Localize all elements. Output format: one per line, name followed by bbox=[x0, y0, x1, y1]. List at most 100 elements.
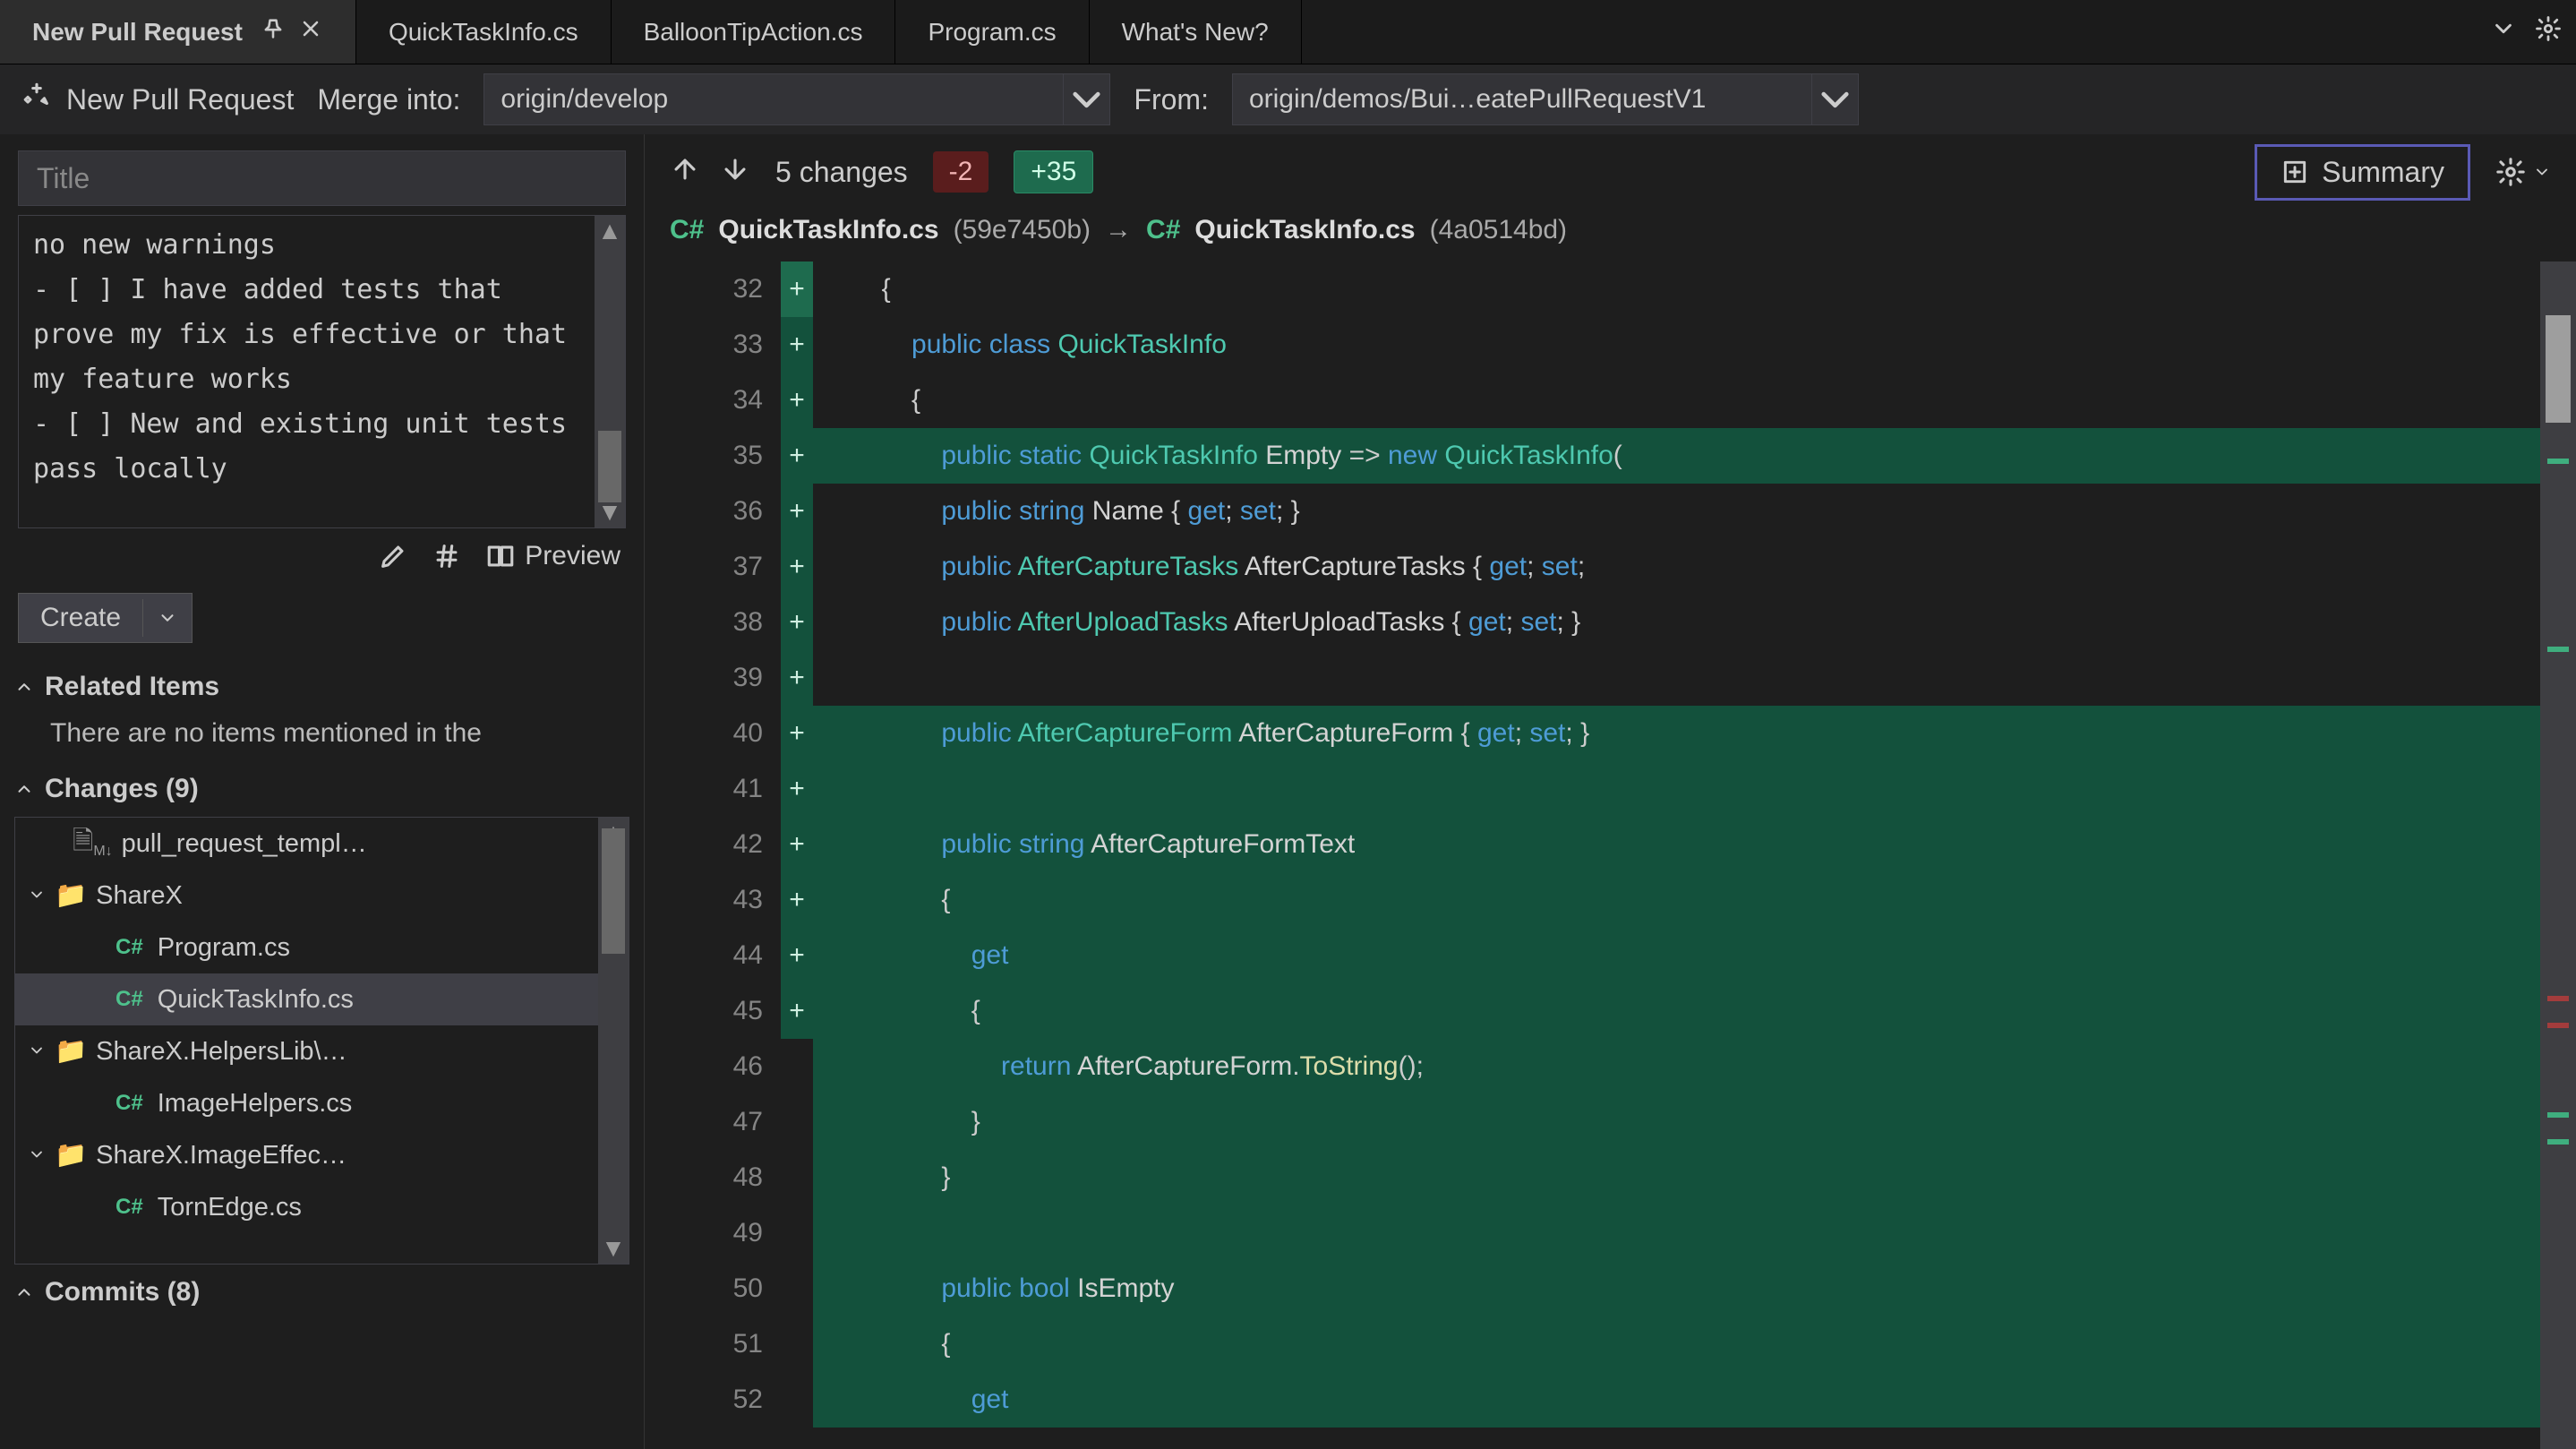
from-combo[interactable]: origin/demos/Bui…eatePullRequestV1 bbox=[1232, 73, 1859, 125]
tree-row[interactable]: 📁 ShareX.HelpersLib\… bbox=[15, 1025, 598, 1077]
chevron-down-icon[interactable] bbox=[1811, 74, 1858, 124]
tab-program[interactable]: Program.cs bbox=[895, 0, 1089, 64]
tab-label: QuickTaskInfo.cs bbox=[389, 18, 578, 47]
overview-mark bbox=[2547, 1112, 2569, 1118]
tree-row[interactable]: C# TornEdge.cs bbox=[15, 1181, 598, 1233]
preview-button[interactable]: Preview bbox=[485, 541, 620, 571]
scroll-thumb[interactable] bbox=[602, 828, 625, 954]
summary-label: Summary bbox=[2322, 156, 2444, 189]
right-file: QuickTaskInfo.cs bbox=[1194, 215, 1415, 245]
csharp-icon: C# bbox=[116, 935, 143, 960]
tab-whats-new[interactable]: What's New? bbox=[1090, 0, 1302, 64]
left-hash: (59e7450b) bbox=[954, 215, 1091, 245]
pr-title-group: New Pull Request bbox=[21, 81, 294, 118]
merge-into-label: Merge into: bbox=[317, 83, 460, 116]
edit-icon[interactable] bbox=[378, 541, 408, 571]
pin-icon[interactable] bbox=[261, 16, 286, 47]
overview-mark bbox=[2547, 1023, 2569, 1028]
merge-into-combo[interactable]: origin/develop bbox=[484, 73, 1110, 125]
overview-mark bbox=[2547, 1139, 2569, 1145]
description-scrollbar[interactable]: ▲ ▼ bbox=[595, 216, 625, 527]
hash-icon[interactable] bbox=[432, 541, 462, 571]
right-hash: (4a0514bd) bbox=[1430, 215, 1567, 245]
overview-mark bbox=[2547, 996, 2569, 1001]
scroll-up-icon[interactable]: ▲ bbox=[595, 216, 625, 246]
chevron-down-icon[interactable] bbox=[1063, 74, 1109, 124]
sparkle-icon bbox=[21, 81, 52, 118]
create-split-icon[interactable] bbox=[142, 599, 192, 637]
csharp-icon: C# bbox=[116, 1091, 143, 1116]
diff-toolbar: 5 changes -2 +35 Summary bbox=[645, 134, 2576, 210]
tree-row[interactable]: 📁 ShareX bbox=[15, 870, 598, 922]
next-change-icon[interactable] bbox=[720, 154, 750, 191]
tab-strip: New Pull Request QuickTaskInfo.cs Balloo… bbox=[0, 0, 2576, 64]
csharp-icon: C# bbox=[116, 1195, 143, 1220]
tree-row[interactable]: 📁 ShareX.ImageEffec… bbox=[15, 1129, 598, 1181]
folder-icon: 📁 bbox=[55, 880, 87, 911]
tree-item-label: TornEdge.cs bbox=[158, 1193, 302, 1222]
scroll-thumb[interactable] bbox=[598, 431, 621, 502]
tree-item-label: ShareX bbox=[96, 881, 183, 911]
tree-item-label: Program.cs bbox=[158, 933, 290, 963]
diff-panel: 5 changes -2 +35 Summary C# QuickTaskInf… bbox=[645, 134, 2576, 1449]
tree-row[interactable]: C# ImageHelpers.cs bbox=[15, 1077, 598, 1129]
description-toolbar: Preview bbox=[0, 528, 644, 584]
changes-count: 5 changes bbox=[775, 156, 908, 189]
tree-scrollbar[interactable]: ▲ ▼ bbox=[598, 818, 629, 1264]
chevron-down-icon[interactable] bbox=[28, 1141, 46, 1170]
additions-badge: +35 bbox=[1014, 150, 1093, 193]
changes-header[interactable]: Changes (9) bbox=[0, 761, 644, 817]
pr-toolbar: New Pull Request Merge into: origin/deve… bbox=[0, 64, 2576, 134]
overview-mark bbox=[2547, 647, 2569, 652]
gear-icon[interactable] bbox=[2535, 15, 2562, 48]
code-editor[interactable]: { public class QuickTaskInfo { public st… bbox=[813, 262, 2540, 1449]
create-label: Create bbox=[19, 594, 142, 642]
pr-description-wrap: no new warnings - [ ] I have added tests… bbox=[18, 215, 626, 528]
tab-balloontipaction[interactable]: BalloonTipAction.cs bbox=[612, 0, 896, 64]
diff-marker-column: ++++++++++++++ bbox=[781, 262, 813, 1449]
scroll-down-icon[interactable]: ▼ bbox=[598, 1233, 629, 1264]
tree-item-label: QuickTaskInfo.cs bbox=[158, 985, 354, 1015]
create-button[interactable]: Create bbox=[18, 593, 193, 643]
tab-new-pull-request[interactable]: New Pull Request bbox=[0, 0, 356, 64]
from-label: From: bbox=[1134, 83, 1209, 116]
prev-change-icon[interactable] bbox=[670, 154, 700, 191]
scroll-thumb[interactable] bbox=[2546, 315, 2571, 423]
scroll-down-icon[interactable]: ▼ bbox=[595, 497, 625, 527]
diff-file-path: C# QuickTaskInfo.cs (59e7450b) → C# Quic… bbox=[645, 210, 2576, 262]
tree-item-label: pull_request_templ… bbox=[122, 829, 367, 859]
related-items-header[interactable]: Related Items bbox=[0, 652, 644, 715]
chevron-down-icon[interactable] bbox=[28, 1037, 46, 1067]
related-items-empty: There are no items mentioned in the bbox=[0, 715, 644, 761]
changes-tree: 🗎M↓ pull_request_templ…📁 ShareXC#Program… bbox=[14, 817, 629, 1265]
chevron-down-icon[interactable] bbox=[28, 881, 46, 911]
arrow-right-icon: → bbox=[1105, 215, 1132, 245]
diff-settings-button[interactable] bbox=[2495, 157, 2551, 187]
commits-header[interactable]: Commits (8) bbox=[0, 1265, 644, 1320]
dropdown-icon[interactable] bbox=[2490, 15, 2517, 48]
summary-button[interactable]: Summary bbox=[2255, 144, 2470, 201]
tab-quicktaskinfo[interactable]: QuickTaskInfo.cs bbox=[356, 0, 612, 64]
cs-icon: C# bbox=[670, 215, 704, 245]
changes-label: Changes (9) bbox=[45, 774, 199, 804]
csharp-icon: C# bbox=[116, 987, 143, 1012]
tree-item-label: ShareX.HelpersLib\… bbox=[96, 1037, 347, 1067]
tab-label: BalloonTipAction.cs bbox=[644, 18, 863, 47]
pr-description-textarea[interactable]: no new warnings - [ ] I have added tests… bbox=[19, 216, 595, 527]
tree-item-label: ImageHelpers.cs bbox=[158, 1089, 353, 1119]
tree-item-label: ShareX.ImageEffec… bbox=[96, 1141, 347, 1170]
tree-row[interactable]: 🗎M↓ pull_request_templ… bbox=[15, 818, 598, 870]
pr-title-input[interactable]: Title bbox=[18, 150, 626, 206]
pr-title: New Pull Request bbox=[66, 83, 294, 116]
close-icon[interactable] bbox=[298, 16, 323, 47]
tree-row[interactable]: C# QuickTaskInfo.cs bbox=[15, 973, 598, 1025]
folder-icon: 📁 bbox=[55, 1036, 87, 1067]
file-icon: 🗎M↓ bbox=[73, 822, 113, 866]
cs-icon: C# bbox=[1146, 215, 1180, 245]
code-scrollbar[interactable] bbox=[2540, 262, 2576, 1449]
tree-row[interactable]: C# Program.cs bbox=[15, 922, 598, 973]
overview-mark bbox=[2547, 459, 2569, 464]
title-placeholder: Title bbox=[37, 162, 90, 195]
commits-label: Commits (8) bbox=[45, 1277, 200, 1308]
preview-label: Preview bbox=[525, 541, 620, 571]
